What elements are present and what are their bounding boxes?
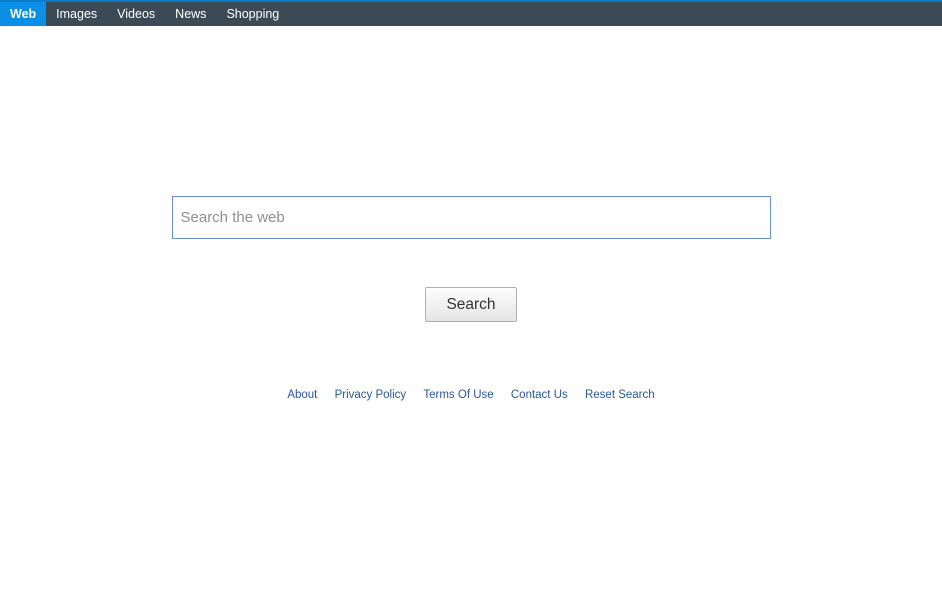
search-button[interactable]: Search [425, 287, 517, 322]
nav-tab-web[interactable]: Web [0, 2, 46, 26]
nav-tab-shopping[interactable]: Shopping [216, 2, 289, 26]
nav-tab-videos[interactable]: Videos [107, 2, 165, 26]
footer-link-terms-of-use[interactable]: Terms Of Use [423, 389, 493, 401]
footer-link-privacy-policy[interactable]: Privacy Policy [335, 389, 407, 401]
main-content: Search About Privacy Policy Terms Of Use… [0, 26, 942, 401]
footer-link-contact-us[interactable]: Contact Us [511, 389, 568, 401]
search-input[interactable] [172, 196, 771, 239]
footer-link-reset-search[interactable]: Reset Search [585, 389, 655, 401]
footer-links: About Privacy Policy Terms Of Use Contac… [0, 389, 942, 401]
footer-link-about[interactable]: About [287, 389, 317, 401]
nav-tab-images[interactable]: Images [46, 2, 107, 26]
nav-tab-news[interactable]: News [165, 2, 216, 26]
nav-bar: Web Images Videos News Shopping [0, 2, 942, 26]
